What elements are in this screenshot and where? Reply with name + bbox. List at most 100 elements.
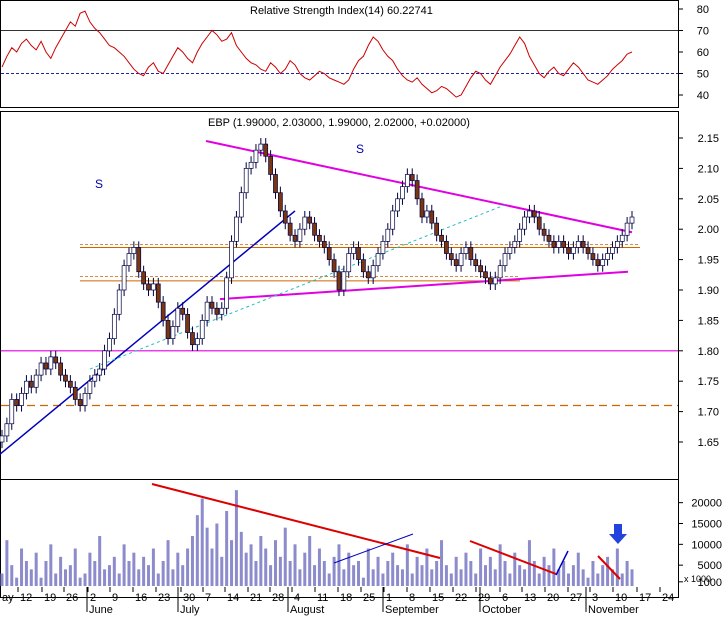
price-bar-88 [429,210,435,224]
price-bar-24 [116,289,122,315]
volume-bar-107 [523,569,527,586]
x-day-label-29: 24 [662,592,674,604]
price-bar-78 [380,241,386,254]
volume-bar-90 [440,540,444,586]
price-bar-38 [185,313,190,333]
volume-bar-80 [391,552,395,586]
volume-bar-11 [54,573,58,586]
volume-bar-27 [132,552,136,586]
x-day-label-8: 30 [183,592,195,604]
price-bar-81 [395,198,400,212]
volume-bar-60 [293,544,297,586]
price-bar-68 [331,259,337,273]
price-bar-92 [448,253,454,260]
volume-bar-13 [63,569,67,586]
volume-bar-16 [78,577,82,586]
volume-bar-62 [303,552,307,586]
price-bar-27 [131,247,137,254]
volume-bar-112 [547,565,551,586]
price-bar-116 [566,247,571,254]
volume-bar-10 [49,544,53,586]
price-bar-125 [610,247,615,254]
volume-bar-35 [171,569,175,586]
x-day-label-14: 11 [317,592,328,604]
price-bar-55 [268,155,273,175]
volume-tick-label-2: 10000 [691,539,722,551]
price-bar-66 [321,241,327,248]
price-bar-19 [92,374,98,382]
volume-tick-label-3: 5000 [698,560,722,572]
x-day-label-12: 28 [272,592,284,604]
price-bar-65 [317,234,322,242]
price-bar-54 [263,143,269,157]
volume-bar-45 [220,556,224,586]
volume-bar-51 [249,544,253,586]
volume-bar-6 [29,569,33,586]
price-bar-80 [390,210,396,230]
price-bar-122 [595,259,601,267]
volume-bar-116 [567,573,571,586]
x-month-label-1: July [180,604,200,616]
price-bar-16 [77,399,83,406]
price-tick-label-1: 2.10 [698,163,719,175]
volume-bar-47 [230,540,234,586]
price-bar-1 [4,423,10,437]
shoulder-label-left: S [95,177,103,191]
volume-bar-92 [449,573,453,586]
volume-bar-97 [474,573,478,586]
x-day-label-11: 21 [250,592,262,604]
volume-bar-59 [288,561,292,586]
price-bar-103 [502,253,508,267]
volume-bar-103 [503,561,507,586]
volume-bar-19 [93,561,97,586]
price-tick-label-3: 2.00 [698,224,719,236]
volume-bar-26 [127,561,131,586]
price-bar-51 [248,161,254,169]
volume-bar-22 [107,565,111,586]
price-bar-114 [556,241,562,248]
price-bar-69 [336,271,342,291]
price-bar-29 [141,271,146,285]
volume-bar-42 [205,527,209,586]
volume-bar-55 [269,565,273,586]
price-bar-113 [551,241,557,248]
price-bar-94 [458,253,464,267]
volume-bar-86 [420,565,424,586]
price-bar-5 [24,380,29,394]
x-day-label-1: 12 [20,592,32,604]
x-month-label-3: September [385,604,439,616]
volume-bar-84 [410,573,414,586]
volume-bar-127 [620,573,624,586]
volume-bar-128 [625,561,629,586]
price-bar-119 [580,241,586,248]
price-tick-label-9: 1.70 [698,407,719,419]
x-day-label-9: 7 [205,592,211,604]
price-bar-21 [102,350,107,370]
price-bar-37 [180,307,186,315]
volume-bar-82 [400,569,404,586]
volume-bar-34 [166,540,170,586]
volume-bar-129 [630,569,634,586]
price-bar-70 [341,271,347,291]
volume-bar-5 [24,561,28,586]
x-day-label-0: ay [2,592,14,604]
price-bar-45 [219,307,225,315]
volume-bar-85 [415,556,419,586]
volume-bar-118 [576,552,580,586]
price-bar-110 [536,216,542,230]
x-day-label-25: 27 [570,592,582,604]
price-bar-64 [312,222,317,236]
price-bar-4 [19,393,24,406]
volume-bar-2 [10,565,14,586]
price-bar-35 [170,326,176,339]
volume-bar-40 [195,515,199,586]
price-bar-75 [365,271,371,279]
price-bar-95 [463,247,469,254]
price-bar-9 [43,362,49,370]
price-bar-50 [243,168,249,194]
price-bar-8 [38,362,44,376]
price-bar-105 [512,241,518,248]
volume-bar-91 [444,565,448,586]
volume-bar-50 [244,552,248,586]
price-bar-90 [439,234,444,242]
